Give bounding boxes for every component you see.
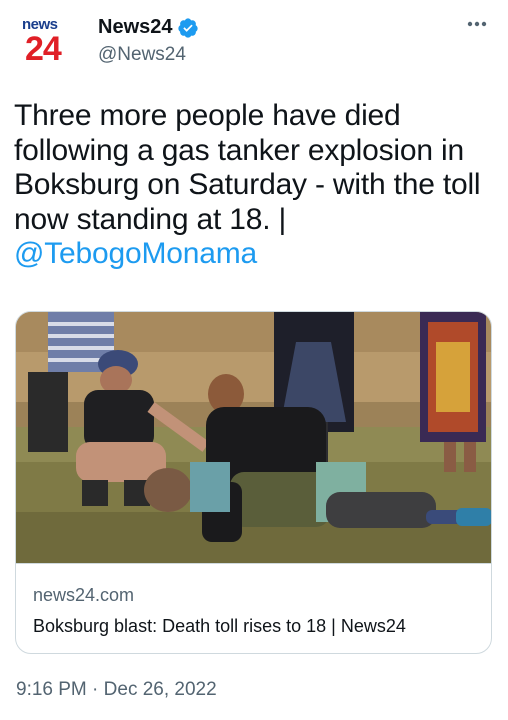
- display-name[interactable]: News24: [98, 16, 173, 39]
- news-photo: [16, 312, 491, 563]
- meta-separator: ·: [92, 679, 99, 700]
- tweet-timestamp[interactable]: 9:16 PM · Dec 26, 2022: [16, 679, 217, 701]
- more-options-icon[interactable]: [462, 14, 492, 34]
- link-card-domain: news24.com: [33, 585, 135, 605]
- tweet-body: Three more people have died following a …: [14, 99, 481, 236]
- tweet-time: 9:16 PM: [16, 679, 87, 700]
- verified-badge-icon: [177, 17, 198, 38]
- author-name-row: News24: [98, 16, 199, 39]
- link-card-title: Boksburg blast: Death toll rises to 18 |…: [33, 616, 406, 636]
- handle[interactable]: @News24: [98, 44, 186, 66]
- tweet-text: Three more people have died following a …: [14, 99, 494, 272]
- link-card-text[interactable]: news24.com Boksburg blast: Death toll ri…: [16, 563, 491, 653]
- tweet-date: Dec 26, 2022: [103, 679, 217, 700]
- avatar-logo-number: 24: [25, 30, 62, 68]
- link-card[interactable]: news24.com Boksburg blast: Death toll ri…: [15, 311, 492, 654]
- avatar[interactable]: news 24: [18, 14, 82, 70]
- mention-link[interactable]: @TebogoMonama: [14, 237, 257, 270]
